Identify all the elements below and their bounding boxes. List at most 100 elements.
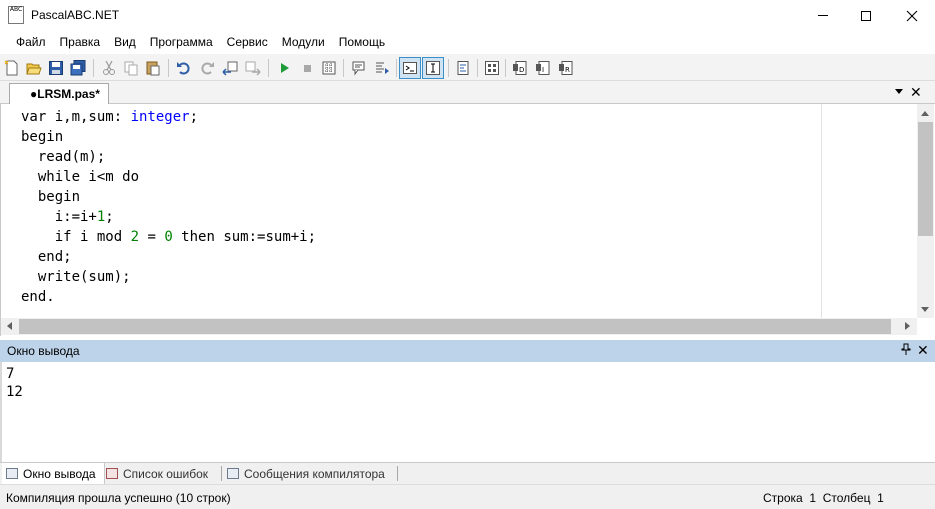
tab-separator [221, 466, 222, 481]
menu-service[interactable]: Сервис [220, 31, 275, 54]
debug-step-into-icon: D [513, 61, 527, 75]
maximize-icon [861, 10, 871, 21]
code-line[interactable]: write(sum); [21, 267, 316, 287]
code-line[interactable]: if i mod 2 = 0 then sum:=sum+i; [21, 227, 316, 247]
copy-button[interactable] [120, 57, 142, 79]
console-output-toggle[interactable] [399, 57, 421, 79]
code-line[interactable]: end. [21, 287, 316, 307]
comment-button[interactable] [348, 57, 370, 79]
tab-output-window[interactable]: Окно вывода [2, 463, 105, 484]
run-button[interactable] [273, 57, 295, 79]
code-token: if i mod [21, 229, 131, 245]
menu-view[interactable]: Вид [107, 31, 143, 54]
close-tab-icon[interactable]: ✕ [910, 84, 922, 100]
output-window-icon [6, 468, 18, 479]
format-button[interactable] [452, 57, 474, 79]
menu-file[interactable]: Файл [9, 31, 53, 54]
editor-tab-strip: ●LRSM.pas* ✕ [0, 81, 935, 105]
menu-help[interactable]: Помощь [332, 31, 392, 54]
debug-step-into-button[interactable]: D [509, 57, 531, 79]
new-file-button[interactable] [1, 57, 23, 79]
app-logo-icon: ABC [8, 6, 24, 24]
horizontal-scroll-thumb[interactable] [19, 319, 891, 334]
column-label: Столбец [822, 491, 871, 505]
window-title: PascalABC.NET [31, 8, 120, 22]
save-button[interactable] [45, 57, 67, 79]
new-file-icon [4, 60, 18, 76]
code-token: integer [130, 109, 190, 125]
toolbar-separator [268, 59, 269, 77]
back-icon [222, 61, 238, 76]
output-window[interactable]: 7 12 [0, 362, 935, 462]
compile-button[interactable] [318, 57, 340, 79]
close-icon [906, 10, 918, 21]
undo-button[interactable] [173, 57, 195, 79]
row-value: 1 [809, 491, 817, 505]
save-all-button[interactable] [67, 57, 89, 79]
redo-icon [201, 62, 214, 75]
tab-compiler-messages[interactable]: Сообщения компилятора [227, 463, 385, 484]
scroll-up-icon[interactable] [921, 111, 929, 116]
svg-text:R: R [565, 66, 570, 74]
pin-icon[interactable] [901, 343, 911, 358]
compile-icon [322, 61, 336, 75]
close-window-button[interactable] [889, 0, 935, 31]
close-icon[interactable]: ✕ [917, 342, 929, 358]
scroll-right-icon[interactable] [905, 322, 910, 330]
settings-button[interactable] [481, 57, 503, 79]
app-logo-text: ABC [9, 6, 23, 13]
text-input-icon [426, 61, 440, 75]
minimize-button[interactable] [800, 0, 846, 31]
forward-button[interactable] [242, 57, 264, 79]
code-token: end. [21, 289, 55, 305]
row-label: Строка [763, 491, 803, 505]
code-line[interactable]: begin [21, 187, 316, 207]
code-token: while i<m do [21, 169, 140, 185]
back-button[interactable] [219, 57, 241, 79]
scroll-left-icon[interactable] [7, 322, 12, 330]
editor-horizontal-scrollbar[interactable] [1, 318, 917, 335]
menu-edit[interactable]: Правка [53, 31, 108, 54]
tab-output-window-label: Окно вывода [23, 466, 96, 481]
code-token: write(sum); [21, 269, 131, 285]
stop-button[interactable] [296, 57, 318, 79]
code-line[interactable]: read(m); [21, 147, 316, 167]
toolbar-separator [168, 59, 169, 77]
save-icon [49, 61, 63, 75]
code-editor[interactable]: var i,m,sum: integer; begin read(m); whil… [0, 104, 935, 336]
tab-list-dropdown-icon[interactable] [895, 89, 903, 94]
code-line[interactable]: i:=i+1; [21, 207, 316, 227]
redo-button[interactable] [196, 57, 218, 79]
code-line[interactable]: end; [21, 247, 316, 267]
menu-modules[interactable]: Модули [275, 31, 332, 54]
paste-button[interactable] [142, 57, 164, 79]
maximize-button[interactable] [843, 0, 889, 31]
toolbar-separator [477, 59, 478, 77]
code-token: 2 [130, 229, 140, 245]
uncomment-button[interactable] [371, 57, 393, 79]
text-input-toggle[interactable] [422, 57, 444, 79]
uncomment-icon [376, 62, 389, 74]
forward-icon [245, 61, 261, 76]
code-token: i:=i+ [21, 209, 97, 225]
vertical-scroll-thumb[interactable] [918, 122, 933, 236]
code-line[interactable]: begin [21, 127, 316, 147]
code-token: 0 [164, 229, 173, 245]
code-line[interactable]: while i<m do [21, 167, 316, 187]
tab-error-list[interactable]: Список ошибок [106, 463, 208, 484]
code-token: end; [21, 249, 72, 265]
editor-vertical-scrollbar[interactable] [917, 104, 934, 318]
menu-program[interactable]: Программа [143, 31, 220, 54]
scroll-down-icon[interactable] [921, 307, 929, 312]
output-line: 12 [6, 384, 23, 400]
tab-lrsm-pas[interactable]: ●LRSM.pas* [9, 83, 109, 105]
code-text[interactable]: var i,m,sum: integer; begin read(m); whil… [21, 107, 316, 307]
cut-icon [103, 60, 115, 75]
debug-run-to-cursor-button[interactable]: R [555, 57, 577, 79]
open-button[interactable] [23, 57, 45, 79]
toolbar-separator [448, 59, 449, 77]
code-token: begin [21, 189, 81, 205]
cut-button[interactable] [98, 57, 120, 79]
code-line[interactable]: var i,m,sum: integer; [21, 107, 316, 127]
debug-step-over-button[interactable]: I [532, 57, 554, 79]
